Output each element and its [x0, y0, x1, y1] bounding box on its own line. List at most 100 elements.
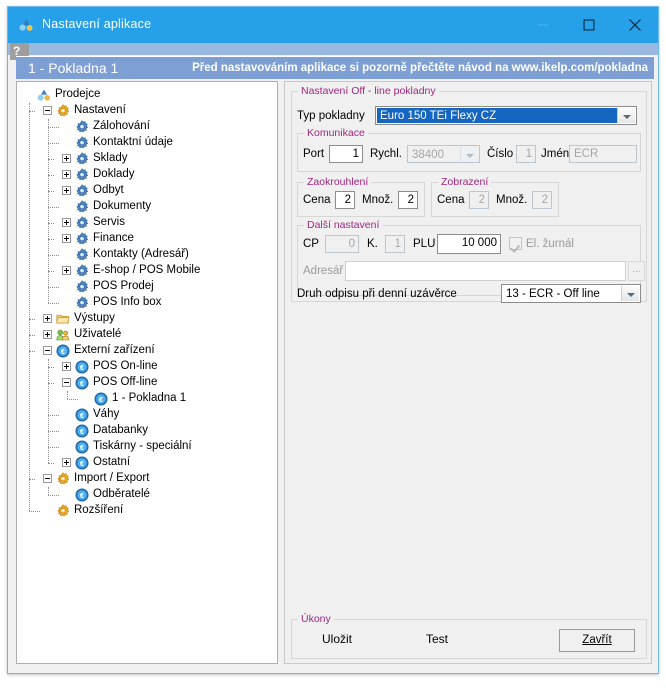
tree-connector: [48, 495, 59, 496]
tree-connector: [48, 255, 59, 256]
expand-icon[interactable]: [62, 362, 71, 371]
tree-item-label: POS On-line: [93, 360, 158, 372]
expand-icon[interactable]: [62, 266, 71, 275]
tree-item-ostatn[interactable]: €Ostatní: [17, 455, 277, 471]
close-dialog-button[interactable]: Zavřít: [559, 629, 635, 652]
zaokrouhleni-mnozstvi-label: Množ.: [362, 194, 393, 206]
tree-item-finance[interactable]: Finance: [17, 231, 277, 247]
tree-item-doklady[interactable]: Doklady: [17, 167, 277, 183]
tree-item-label: Odběratelé: [93, 488, 150, 500]
help-strip: [8, 43, 658, 55]
tree-connector: [48, 175, 54, 176]
test-button[interactable]: Test: [405, 629, 469, 650]
expand-icon[interactable]: [62, 186, 71, 195]
minimize-button[interactable]: [520, 7, 566, 43]
adresar-label: Adresář: [303, 265, 343, 277]
gear-blue-icon: [75, 168, 89, 182]
tree-item-label: Sklady: [93, 152, 128, 164]
zobrazeni-cena-input[interactable]: 2: [469, 191, 489, 209]
jmeno-input[interactable]: ECR: [569, 145, 637, 163]
tree-connector: [48, 159, 54, 160]
expand-icon[interactable]: [62, 234, 71, 243]
zobrazeni-mnozstvi-input[interactable]: 2: [532, 191, 552, 209]
typ-pokladny-label: Typ pokladny: [297, 110, 365, 122]
tree-item-v-stupy[interactable]: Výstupy: [17, 311, 277, 327]
tree-connector: [48, 463, 54, 464]
expand-icon[interactable]: [62, 218, 71, 227]
cislo-input[interactable]: 1: [516, 145, 536, 163]
adresar-browse-button[interactable]: ...: [628, 261, 645, 281]
rychlost-combo[interactable]: 38400: [407, 145, 480, 163]
tree-item-import-export[interactable]: Import / Export: [17, 471, 277, 487]
tree-item-1-pokladna-1[interactable]: €1 - Pokladna 1: [17, 391, 277, 407]
actions-group-title: Úkony: [298, 613, 334, 625]
euro-icon: €: [75, 456, 89, 470]
navigation-tree[interactable]: Prodejce NastaveníZálohování Kontaktní úda…: [17, 87, 277, 519]
tree-item-pos-off-line[interactable]: €POS Off-line: [17, 375, 277, 391]
collapse-icon[interactable]: [43, 106, 52, 115]
expand-icon[interactable]: [43, 314, 52, 323]
tree-item-sklady[interactable]: Sklady: [17, 151, 277, 167]
tree-item-extern-za-zen[interactable]: €Externí zařízení: [17, 343, 277, 359]
tree-item-label: Kontakty (Adresář): [93, 248, 189, 260]
chevron-down-icon[interactable]: [621, 286, 639, 301]
chevron-down-icon[interactable]: [617, 108, 635, 123]
druh-odpisu-combo[interactable]: 13 - ECR - Off line: [501, 284, 641, 303]
zaokrouhleni-mnozstvi-input[interactable]: 2: [398, 191, 418, 209]
port-input[interactable]: 1: [329, 145, 363, 163]
adresar-input[interactable]: [345, 261, 626, 281]
gear-blue-icon: [75, 248, 89, 262]
expand-icon[interactable]: [62, 170, 71, 179]
tree-item-roz-en[interactable]: Rozšíření: [17, 503, 277, 519]
collapse-icon[interactable]: [62, 378, 71, 387]
tree-item-odbyt[interactable]: Odbyt: [17, 183, 277, 199]
gear-blue-icon: [75, 232, 89, 246]
tree-item-label: Váhy: [93, 408, 119, 420]
tree-item-label: Import / Export: [74, 472, 149, 484]
cp-input[interactable]: 0: [325, 235, 359, 253]
tree-item-label: Kontaktní údaje: [93, 136, 173, 148]
gear-blue-icon: [75, 216, 89, 230]
close-dialog-button-label: Zavřít: [582, 634, 611, 646]
tree-item-label: Databanky: [93, 424, 148, 436]
tree-item-nastaven[interactable]: Nastavení: [17, 103, 277, 119]
maximize-button[interactable]: [566, 7, 612, 43]
gear-orange-icon: [56, 504, 70, 518]
folder-icon: [56, 312, 70, 326]
tree-item-u-ivatel[interactable]: Uživatelé: [17, 327, 277, 343]
typ-pokladny-combo[interactable]: Euro 150 TEi Flexy CZ: [375, 106, 637, 125]
zaokrouhleni-cena-label: Cena: [303, 194, 331, 206]
tree-item-label: Odbyt: [93, 184, 124, 196]
gear-blue-icon: [75, 296, 89, 310]
collapse-icon[interactable]: [43, 346, 52, 355]
chevron-down-icon[interactable]: [460, 147, 478, 161]
collapse-icon[interactable]: [43, 474, 52, 483]
tree-item-servis[interactable]: Servis: [17, 215, 277, 231]
k-input[interactable]: 1: [385, 235, 405, 253]
tree-connector: [48, 127, 59, 128]
plu-input[interactable]: 10 000: [437, 234, 501, 254]
euro-icon: €: [75, 376, 89, 390]
tree-item-pos-on-line[interactable]: €POS On-line: [17, 359, 277, 375]
tree-item-e-shop-pos-mobile[interactable]: E-shop / POS Mobile: [17, 263, 277, 279]
tree-connector: [29, 335, 35, 336]
rychlost-value: 38400: [412, 147, 444, 164]
cp-label: CP: [303, 238, 319, 250]
expand-icon[interactable]: [43, 330, 52, 339]
tree-item-prodejce[interactable]: Prodejce: [17, 87, 277, 103]
save-button[interactable]: Uložit: [305, 629, 369, 650]
tree-item-label: Prodejce: [55, 88, 100, 100]
expand-icon[interactable]: [62, 154, 71, 163]
tree-item-label: Dokumenty: [93, 200, 151, 212]
close-button[interactable]: [612, 7, 658, 43]
tree-item-label: Zálohování: [93, 120, 150, 132]
tree-connector: [48, 431, 59, 432]
zobrazeni-cena-label: Cena: [437, 194, 465, 206]
euro-icon: €: [75, 424, 89, 438]
expand-icon[interactable]: [62, 458, 71, 467]
el-zurnal-label: El. žurnál: [526, 238, 574, 250]
zaokrouhleni-cena-input[interactable]: 2: [335, 191, 355, 209]
el-zurnal-checkbox[interactable]: [509, 237, 522, 250]
gear-blue-icon: [75, 200, 89, 214]
navigation-tree-panel[interactable]: Prodejce NastaveníZálohování Kontaktní úda…: [16, 81, 278, 664]
